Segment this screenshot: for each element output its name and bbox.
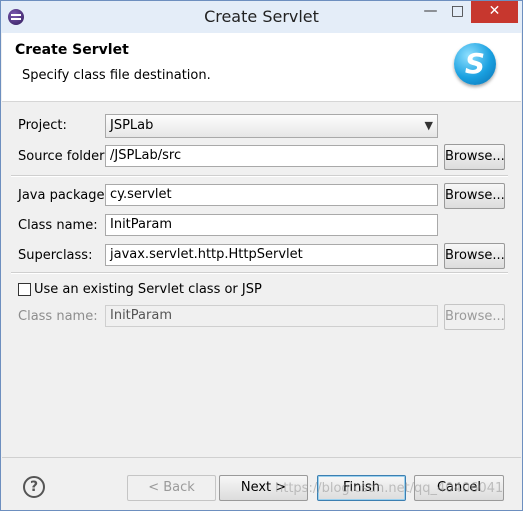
project-label: Project: <box>18 118 67 133</box>
servlet-logo-icon: S <box>454 43 496 85</box>
class-name-label: Class name: <box>18 218 98 233</box>
minimize-button[interactable]: — <box>417 1 444 23</box>
divider <box>11 175 508 177</box>
superclass-field[interactable]: javax.servlet.http.HttpServlet <box>105 244 438 266</box>
existing-class-name-field[interactable]: InitParam <box>105 305 438 327</box>
watermark: https://blog.csdn.net/qq_40406041 <box>275 481 504 496</box>
wizard-title: Create Servlet <box>15 42 129 58</box>
help-icon[interactable]: ? <box>23 476 45 498</box>
use-existing-checkbox[interactable] <box>18 283 31 296</box>
maximize-button[interactable]: □ <box>444 1 471 23</box>
use-existing-label[interactable]: Use an existing Servlet class or JSP <box>34 282 262 297</box>
superclass-browse-button[interactable]: Browse... <box>444 243 505 269</box>
chevron-down-icon: ▼ <box>424 119 433 132</box>
close-button[interactable]: ✕ <box>471 1 518 23</box>
project-select[interactable]: JSPLab ▼ <box>105 114 438 138</box>
source-folder-label: Source folder: <box>18 149 109 164</box>
superclass-label: Superclass: <box>18 248 93 263</box>
java-package-field[interactable]: cy.servlet <box>105 184 438 206</box>
back-button[interactable]: < Back <box>127 475 216 501</box>
project-select-value: JSPLab <box>110 118 154 133</box>
footer-divider <box>2 457 521 458</box>
java-package-label: Java package: <box>18 188 109 203</box>
existing-class-name-label: Class name: <box>18 309 98 324</box>
source-folder-browse-button[interactable]: Browse... <box>444 144 505 170</box>
create-servlet-dialog: Create Servlet — □ ✕ Create Servlet Spec… <box>0 0 523 511</box>
wizard-subtitle: Specify class file destination. <box>22 68 211 83</box>
wizard-header: Create Servlet Specify class file destin… <box>2 33 521 102</box>
title-bar[interactable]: Create Servlet — □ ✕ <box>1 1 522 33</box>
divider <box>11 272 508 274</box>
java-package-browse-button[interactable]: Browse... <box>444 183 505 209</box>
source-folder-field[interactable]: /JSPLab/src <box>105 145 438 167</box>
existing-class-browse-button[interactable]: Browse... <box>444 304 505 330</box>
class-name-field[interactable]: InitParam <box>105 214 438 236</box>
